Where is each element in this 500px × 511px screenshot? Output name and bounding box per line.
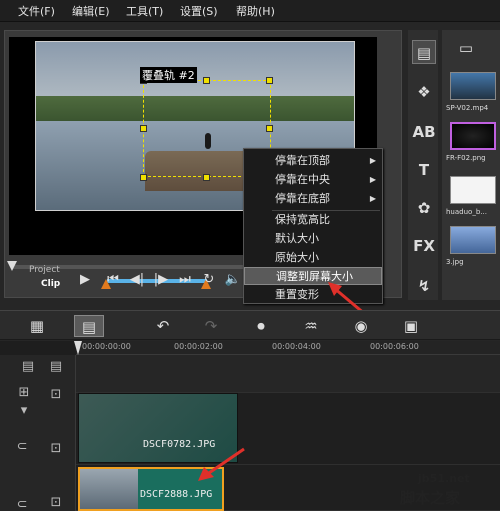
time-ruler[interactable]: 00:00:00:00 00:00:02:00 00:00:04:00 00:0… <box>76 341 500 355</box>
record-capture-icon[interactable]: ⏺ <box>246 315 276 337</box>
audio-mixer-icon[interactable]: ♒ <box>296 315 326 337</box>
resize-handle-tc[interactable] <box>203 77 210 84</box>
resize-handle-tr[interactable] <box>266 77 273 84</box>
volume-icon[interactable]: 🔈 <box>223 271 243 289</box>
ruler-label: 00:00:06:00 <box>370 342 419 351</box>
timeline-view-icon[interactable]: ▤ <box>74 315 104 337</box>
library-thumb-label: SP-V02.mp4 <box>446 104 489 112</box>
library-thumb[interactable] <box>450 72 496 100</box>
media-library-icon[interactable]: ▤ <box>412 40 436 64</box>
menu-keep-aspect[interactable]: 保持宽高比 <box>244 211 382 229</box>
go-start-button[interactable]: ⏮ <box>103 271 123 289</box>
annotation-arrow-clip <box>198 447 245 481</box>
timeline-panel: 00:00:00:00 00:00:02:00 00:00:04:00 00:0… <box>0 341 500 511</box>
library-content: ▭ SP-V02.mp4 FR-F02.png huaduo_b... 3.jp… <box>442 30 500 300</box>
prev-frame-button[interactable]: ◀| <box>127 271 147 289</box>
menu-dock-bottom[interactable]: 停靠在底部 ▶ <box>244 190 382 208</box>
lock-icon[interactable]: ⊂ <box>10 437 34 457</box>
submenu-arrow-icon: ▶ <box>369 175 376 184</box>
menu-help[interactable]: 帮助(H) <box>236 3 275 19</box>
next-frame-button[interactable]: |▶ <box>151 271 171 289</box>
resize-handle-ml[interactable] <box>140 125 147 132</box>
menu-item-label: 保持宽高比 <box>275 213 330 226</box>
transition-icon[interactable]: ❖ <box>412 80 436 104</box>
repeat-button[interactable]: ↻ <box>199 271 219 289</box>
title-ab-icon[interactable]: AB <box>412 120 436 144</box>
storyboard-view-icon[interactable]: ▦ <box>22 315 52 337</box>
menu-settings[interactable]: 设置(S) <box>180 3 218 19</box>
redo-icon[interactable]: ↷ <box>196 315 226 337</box>
go-end-button[interactable]: ⏭ <box>175 271 195 289</box>
menu-edit[interactable]: 编辑(E) <box>72 3 110 19</box>
menu-item-label: 停靠在顶部 <box>275 154 330 167</box>
chapter-icon[interactable]: ▤ <box>44 357 68 377</box>
folder-icon[interactable]: ▭ <box>454 36 478 60</box>
library-tab-strip: ▤ ❖ AB T ✿ FX ↯ <box>408 30 438 300</box>
mode-project[interactable]: Project <box>29 265 60 275</box>
track-headers: ▤ ▤ ⊞ ▾ ⊡ ⊂ ⊡ ⊂ ⊡ <box>0 355 76 511</box>
menu-item-label: 默认大小 <box>275 232 319 245</box>
collapse-icon[interactable]: ▾ <box>12 401 36 421</box>
auto-music-icon[interactable]: ◉ <box>346 315 376 337</box>
library-thumb-label: huaduo_b... <box>446 208 487 216</box>
overlay-track-title: 覆叠轨 #2 <box>140 67 197 83</box>
submenu-arrow-icon: ▶ <box>369 156 376 165</box>
resize-handle-mr[interactable] <box>266 125 273 132</box>
fx-icon[interactable]: FX <box>412 234 436 258</box>
mode-clip[interactable]: Clip <box>41 279 60 289</box>
menu-tools[interactable]: 工具(T) <box>126 3 163 19</box>
menu-default-size[interactable]: 默认大小 <box>244 230 382 248</box>
overlay-track-2-icon[interactable]: ⊡ <box>44 493 68 511</box>
library-thumb-label: 3.jpg <box>446 258 464 266</box>
menu-original-size[interactable]: 原始大小 <box>244 249 382 267</box>
track-row: DSCF0782.JPG <box>76 393 500 465</box>
menu-bar: 文件(F) 编辑(E) 工具(T) 设置(S) 帮助(H) <box>0 0 500 22</box>
undo-icon[interactable]: ↶ <box>148 315 178 337</box>
library-thumb[interactable] <box>450 122 496 150</box>
path-icon[interactable]: ↯ <box>412 274 436 298</box>
submenu-arrow-icon: ▶ <box>369 194 376 203</box>
library-thumb-label: FR-F02.png <box>446 154 486 162</box>
watermark-logo-text: 脚本之家 <box>400 489 461 507</box>
play-button[interactable]: ▶ <box>75 271 95 289</box>
graphics-icon[interactable]: ✿ <box>412 196 436 220</box>
resize-handle-bl[interactable] <box>140 174 147 181</box>
resize-handle-bc[interactable] <box>203 174 210 181</box>
ruler-label: 00:00:04:00 <box>272 342 321 351</box>
video-track-icon[interactable]: ⊡ <box>44 385 68 405</box>
menu-item-label: 原始大小 <box>275 251 319 264</box>
clip-thumbnail <box>80 469 138 509</box>
menu-item-label: 停靠在底部 <box>275 192 330 205</box>
track-row <box>76 355 500 393</box>
library-thumb[interactable] <box>450 176 496 204</box>
watermark-url: jb51.net <box>418 472 470 485</box>
lock-icon[interactable]: ⊂ <box>10 495 34 511</box>
library-thumb[interactable] <box>450 226 496 254</box>
menu-file[interactable]: 文件(F) <box>18 3 55 19</box>
ruler-label: 00:00:02:00 <box>174 342 223 351</box>
timeline-toolbar: ▦ ▤ ↶ ↷ ⏺ ♒ ◉ ▣ <box>0 310 500 340</box>
clip-label: DSCF2888.JPG <box>140 489 213 500</box>
menu-item-label: 停靠在中央 <box>275 173 330 186</box>
menu-dock-top[interactable]: 停靠在顶部 ▶ <box>244 152 382 170</box>
ruler-label: 00:00:00:00 <box>82 342 131 351</box>
subtitle-editor-icon[interactable]: ▣ <box>396 315 426 337</box>
text-icon[interactable]: T <box>412 158 436 182</box>
track-manager-icon[interactable]: ▤ <box>16 357 40 377</box>
app-window: 文件(F) 编辑(E) 工具(T) 设置(S) 帮助(H) 覆叠轨 #2 Pro… <box>0 0 500 511</box>
menu-dock-center[interactable]: 停靠在中央 ▶ <box>244 171 382 189</box>
overlay-track-1-icon[interactable]: ⊡ <box>44 439 68 459</box>
menu-item-label: 重置变形 <box>275 288 319 301</box>
track-visibility-icon[interactable]: ⊞ <box>12 383 36 403</box>
